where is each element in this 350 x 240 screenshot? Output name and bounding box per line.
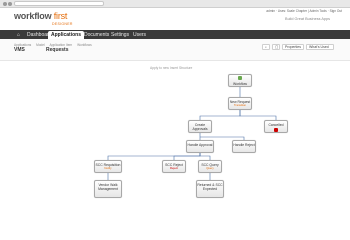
connector-new-approvals (199, 110, 241, 120)
node-vendor-walk[interactable]: Vendor Walk Management (94, 180, 122, 198)
node-cancelled[interactable]: Cancelled (264, 120, 288, 133)
node-label: Create Approvals (192, 123, 208, 131)
node-label: Workflow (233, 82, 247, 86)
node-create-approvals[interactable]: Create Approvals (188, 120, 212, 133)
node-handle-approval[interactable]: Handle Approval (186, 140, 214, 153)
node-sublabel: Notify (104, 166, 112, 170)
node-scc-reject[interactable]: SCC Reject Reject (162, 160, 186, 173)
node-label: Returned & SCC Expected (197, 183, 223, 191)
node-handle-reject[interactable]: Handle Reject (232, 140, 256, 153)
node-sublabel: Transition (233, 103, 247, 107)
flag-icon (238, 76, 242, 80)
connector-handle-scc-reject (173, 153, 201, 160)
node-label: Cancelled (268, 123, 284, 127)
node-workflow[interactable]: Workflow (228, 74, 252, 87)
node-scc-query[interactable]: SCC Query Query (198, 160, 222, 173)
node-label: Handle Approval (187, 143, 213, 147)
connector-handle-scc-query (199, 153, 211, 160)
connector-new-cancelled (239, 110, 277, 120)
node-sublabel: Reject (170, 166, 178, 170)
node-new-request[interactable]: New Request Transition (228, 97, 252, 110)
connector-handle-scc-req (107, 153, 201, 160)
node-sublabel: Query (206, 166, 214, 170)
node-returned-scc[interactable]: Returned & SCC Expected (196, 180, 224, 198)
node-label: Vendor Walk Management (98, 183, 118, 191)
node-label: Handle Reject (233, 143, 255, 147)
node-scc-requisition[interactable]: SCC Requisition Notify (94, 160, 122, 173)
stop-icon (274, 128, 278, 132)
